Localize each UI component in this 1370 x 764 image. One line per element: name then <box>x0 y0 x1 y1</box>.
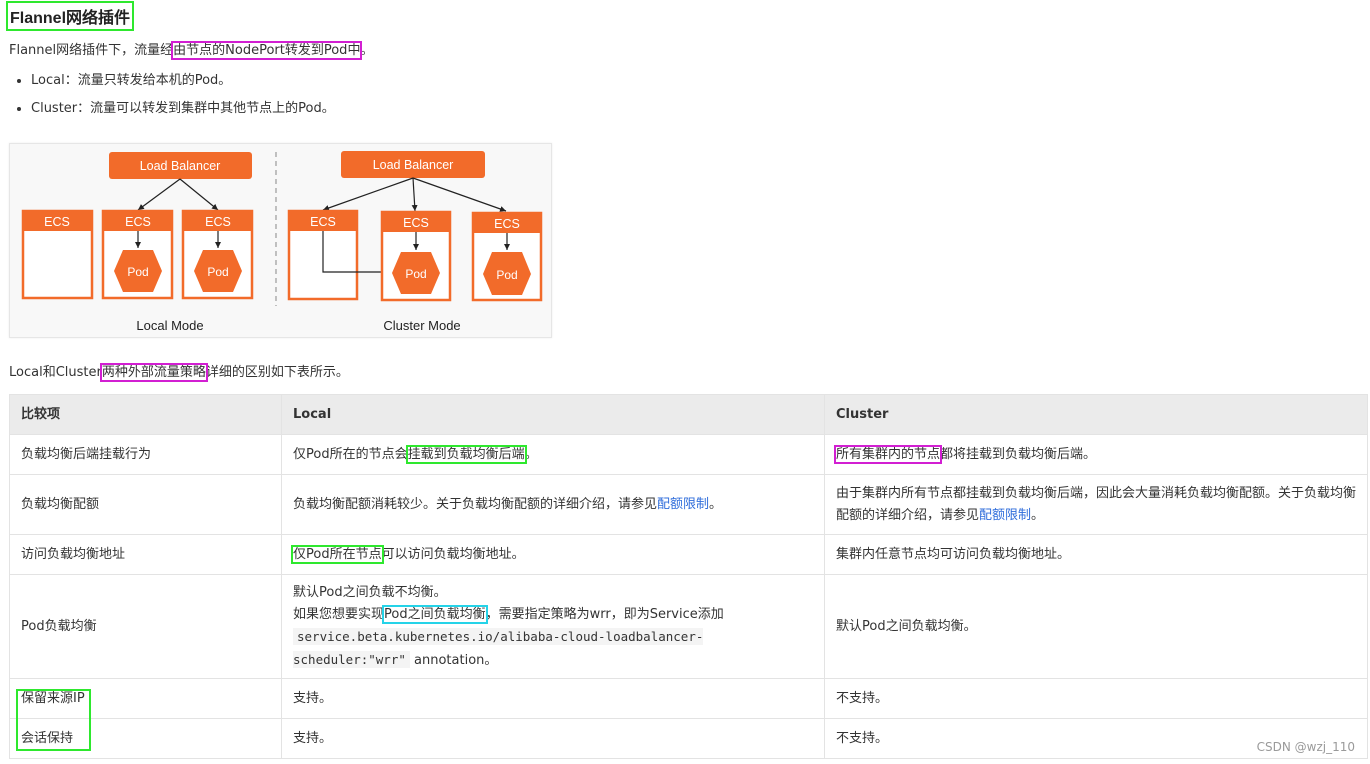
ecs-local-2-label: ECS <box>125 215 151 229</box>
row-item: 会话保持 <box>9 718 282 759</box>
highlight-nodeport: 由节点的NodePort转发到Pod中 <box>171 41 363 60</box>
row-cluster: 不支持。 <box>824 678 1368 719</box>
row-item: 保留来源IP <box>9 678 282 719</box>
row-local: 负载均衡配额消耗较少。关于负载均衡配额的详细介绍，请参见配额限制。 <box>281 474 825 535</box>
cluster-mode-caption: Cluster Mode <box>383 318 460 333</box>
traffic-mode-diagram: Load Balancer ECS ECS Pod ECS Pod Local … <box>9 143 552 338</box>
row-item: 负载均衡配额 <box>9 474 282 535</box>
table-row: Pod负载均衡 默认Pod之间负载不均衡。 如果您想要实现Pod之间负载均衡，需… <box>9 574 1368 679</box>
row-local: 仅Pod所在的节点会挂载到负载均衡后端。 <box>281 434 825 475</box>
intro-paragraph: Flannel网络插件下，流量经由节点的NodePort转发到Pod中。 <box>9 41 374 60</box>
lb-local-label: Load Balancer <box>140 159 221 173</box>
table-row: 负载均衡配额 负载均衡配额消耗较少。关于负载均衡配额的详细介绍，请参见配额限制。… <box>9 474 1368 535</box>
row-item: Pod负载均衡 <box>9 574 282 679</box>
table-row: 保留来源IP 支持。 不支持。 <box>9 678 1368 719</box>
lb-cluster-label: Load Balancer <box>373 158 454 172</box>
svg-text:Pod: Pod <box>405 267 426 281</box>
row-local: 默认Pod之间负载不均衡。 如果您想要实现Pod之间负载均衡，需要指定策略为wr… <box>281 574 825 679</box>
ecs-cluster-1-label: ECS <box>310 215 336 229</box>
ecs-cluster-2-label: ECS <box>403 216 429 230</box>
table-row: 负载均衡后端挂载行为 仅Pod所在的节点会挂载到负载均衡后端。 所有集群内的节点… <box>9 434 1368 475</box>
ecs-cluster-3-label: ECS <box>494 217 520 231</box>
quota-limit-link[interactable]: 配额限制 <box>657 497 709 512</box>
list-item-cluster: Cluster：流量可以转发到集群中其他节点上的Pod。 <box>31 100 335 117</box>
row-item: 访问负载均衡地址 <box>9 534 282 575</box>
col-header-item: 比较项 <box>9 394 282 435</box>
svg-text:Pod: Pod <box>496 268 517 282</box>
ecs-local-3-label: ECS <box>205 215 231 229</box>
watermark: CSDN @wzj_110 <box>1256 740 1355 754</box>
row-cluster: 由于集群内所有节点都挂载到负载均衡后端，因此会大量消耗负载均衡配额。关于负载均衡… <box>824 474 1368 535</box>
row-local: 支持。 <box>281 678 825 719</box>
diagram-svg: Load Balancer ECS ECS Pod ECS Pod Local … <box>21 151 543 333</box>
col-header-cluster: Cluster <box>824 394 1368 435</box>
mode-list: Local：流量只转发给本机的Pod。 Cluster：流量可以转发到集群中其他… <box>9 72 335 128</box>
row-item: 负载均衡后端挂载行为 <box>9 434 282 475</box>
comparison-table: 比较项 Local Cluster 负载均衡后端挂载行为 仅Pod所在的节点会挂… <box>9 394 1368 759</box>
quota-limit-link[interactable]: 配额限制 <box>979 508 1031 523</box>
table-row: 会话保持 支持。 不支持。 <box>9 718 1368 759</box>
col-header-local: Local <box>281 394 825 435</box>
row-local: 仅Pod所在节点可以访问负载均衡地址。 <box>281 534 825 575</box>
row-cluster: 集群内任意节点均可访问负载均衡地址。 <box>824 534 1368 575</box>
ecs-local-1-label: ECS <box>44 215 70 229</box>
row-cluster: 所有集群内的节点都将挂载到负载均衡后端。 <box>824 434 1368 475</box>
highlight-policies: 两种外部流量策略 <box>99 363 208 382</box>
list-item-local: Local：流量只转发给本机的Pod。 <box>31 72 335 89</box>
svg-text:Pod: Pod <box>207 265 228 279</box>
page-title: Flannel网络插件 <box>6 1 135 31</box>
table-header-row: 比较项 Local Cluster <box>9 394 1368 435</box>
svg-text:Pod: Pod <box>127 265 148 279</box>
row-local: 支持。 <box>281 718 825 759</box>
table-lead: Local和Cluster两种外部流量策略详细的区别如下表所示。 <box>9 363 349 382</box>
row-cluster: 默认Pod之间负载均衡。 <box>824 574 1368 679</box>
local-mode-caption: Local Mode <box>136 318 203 333</box>
annotation-code: service.beta.kubernetes.io/alibaba-cloud… <box>293 627 704 668</box>
table-row: 访问负载均衡地址 仅Pod所在节点可以访问负载均衡地址。 集群内任意节点均可访问… <box>9 534 1368 575</box>
